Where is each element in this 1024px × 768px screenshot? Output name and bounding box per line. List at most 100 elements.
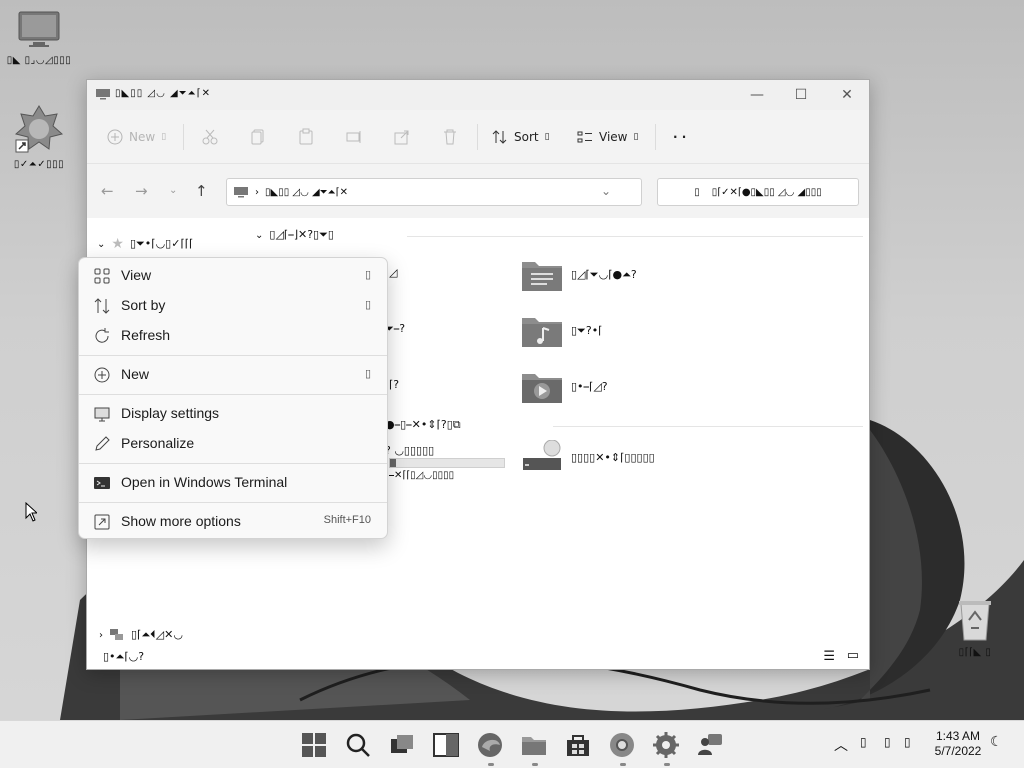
folder-item-documents[interactable]: ▯◿⌈⏷◡⌈●⏶? [521, 258, 637, 292]
forward-arrow-icon[interactable]: → [135, 182, 148, 200]
volume-tray-icon[interactable]: ▯ [884, 735, 891, 749]
file-explorer-icon[interactable] [520, 731, 548, 759]
menu-item-display-settings[interactable]: Display settings [79, 398, 387, 428]
menu-item-sort-by[interactable]: Sort by ▯ [79, 290, 387, 320]
drive-detail: ⎯✕⌈⌈▯◿◡▯▯▯▯ [389, 470, 455, 481]
folder-item-partial[interactable]: ◿ [389, 266, 397, 279]
view-label: View [599, 130, 628, 144]
shortcut-hint: Shift+F10 [323, 514, 371, 526]
teams-chat-icon[interactable] [696, 731, 724, 759]
folder-item-music[interactable]: ▯⏷?•⌈ [521, 314, 602, 348]
settings-gear-icon[interactable] [652, 731, 680, 759]
folder-item-videos[interactable]: ▯•⎯⌈◿? [521, 370, 608, 404]
menu-item-view[interactable]: View ▯ [79, 260, 387, 290]
edge-browser-icon[interactable] [476, 731, 504, 759]
cut-icon[interactable] [201, 126, 219, 148]
breadcrumb-chevron-icon: › [255, 186, 259, 198]
network-icon [110, 629, 123, 640]
drive-item-local-disk[interactable]: ? ◡▯▯▯▯▯ [385, 444, 434, 457]
address-dropdown-icon[interactable]: ⌄ [601, 184, 611, 198]
grid-icon [94, 268, 110, 284]
section-title: ▯◿⌈⎯⌋✕?▯⏷▯ [269, 228, 334, 241]
running-indicator [488, 763, 494, 766]
minimize-button[interactable]: — [737, 84, 777, 106]
battery-tray-icon[interactable]: ▯ [904, 735, 911, 749]
drive-usage-fill [390, 459, 396, 467]
separator [183, 124, 184, 150]
menu-item-new[interactable]: New ▯ [79, 359, 387, 389]
widgets-icon[interactable] [432, 731, 460, 759]
separator [655, 124, 656, 150]
folder-label: ▯◿⌈⏷◡⌈●⏶? [571, 268, 637, 281]
desktop-icon-user-folder[interactable]: ▯✓⏶✓▯▯▯ [4, 104, 74, 170]
chrome-browser-icon[interactable] [608, 731, 636, 759]
sort-icon [94, 298, 110, 314]
search-input[interactable]: ▯ ▯⌈✓✕⌈●▯◣▯▯ ◿◡ ◢▯▯▯ [657, 178, 859, 206]
close-button[interactable]: ✕ [827, 84, 867, 106]
up-arrow-icon[interactable]: ↑ [195, 182, 208, 200]
section-divider [407, 236, 863, 237]
separator [477, 124, 478, 150]
drive-label: ▯▯▯▯✕•⇕⌈▯▯▯▯▯ [571, 450, 655, 464]
folder-item-partial[interactable]: ⌈? [389, 378, 399, 391]
this-pc-icon [96, 89, 110, 100]
menu-separator [79, 394, 387, 395]
delete-icon[interactable] [441, 126, 459, 148]
user-folder-icon [14, 105, 64, 153]
folders-section-header[interactable]: ⌄ ▯◿⌈⎯⌋✕?▯⏷▯ [255, 228, 334, 242]
search-icon[interactable] [344, 731, 372, 759]
desktop-icon-label: ▯◣ ▯⌟◡◿▯▯▯ [6, 55, 72, 66]
drives-section-header[interactable]: ●⎯▯⎯✕•⇕⌈?▯⧉ [385, 418, 461, 432]
menu-item-open-terminal[interactable]: Open in Windows Terminal [79, 467, 387, 497]
copy-icon[interactable] [249, 126, 267, 148]
command-bar: New ▯ Sort ▯ View ▯ · · [87, 110, 869, 164]
network-tray-icon[interactable]: ▯ [860, 735, 867, 749]
task-view-icon[interactable] [388, 731, 416, 759]
desktop-icon-recycle-bin[interactable]: ▯⌈⌈◣ ▯ [940, 598, 1010, 658]
sort-button[interactable]: Sort ▯ [492, 126, 550, 148]
view-button[interactable]: View ▯ [577, 126, 638, 148]
notifications-moon-icon[interactable]: ☾ [990, 734, 1003, 750]
system-clock[interactable]: 1:43 AM 5/7/2022 [930, 729, 986, 759]
drive-usage-bar [389, 458, 505, 468]
paste-icon[interactable] [297, 126, 315, 148]
details-view-icon[interactable]: ☰ [823, 649, 835, 664]
folder-item-partial[interactable]: ⏷⎯? [385, 322, 405, 336]
window-title: ▯◣▯▯ ◿◡ ◢⏷⏶⌈✕ [115, 88, 211, 99]
nav-item-label: ▯⌈⏶⏴◿✕◡ [131, 628, 183, 641]
desktop-icon-label: ▯✓⏶✓▯▯▯ [13, 159, 65, 170]
new-button[interactable]: New ▯ [107, 126, 166, 148]
tiles-view-icon[interactable]: ▭ [847, 648, 859, 663]
section-title: ●⎯▯⎯✕•⇕⌈?▯⧉ [385, 418, 461, 431]
recent-chevron-icon[interactable]: ⌄ [169, 185, 177, 196]
mouse-cursor-icon [25, 502, 37, 522]
back-arrow-icon[interactable]: ← [101, 182, 114, 200]
drive-item-dvd[interactable]: ▯▯▯▯✕•⇕⌈▯▯▯▯▯ [521, 440, 655, 474]
pen-icon [95, 436, 110, 451]
taskbar: ︿ ▯ ▯ ▯ 1:43 AM 5/7/2022 ☾ [0, 720, 1024, 768]
menu-separator [79, 463, 387, 464]
store-icon[interactable] [564, 731, 592, 759]
star-icon: ★ [111, 236, 124, 252]
share-icon[interactable] [393, 126, 411, 148]
address-bar[interactable]: › ▯◣▯▯ ◿◡ ◢⏷⏶⌈✕ ⌄ ↻ [226, 178, 669, 206]
maximize-button[interactable]: ☐ [781, 84, 821, 106]
plus-circle-icon [107, 129, 123, 145]
tray-overflow-chevron-icon[interactable]: ︿ [834, 735, 848, 755]
menu-item-refresh[interactable]: Refresh [79, 320, 387, 350]
nav-item-quick-access[interactable]: ⌄ ★ ▯⏷•⌈◡▯✓⌈⌈⌈ [97, 236, 193, 252]
menu-item-personalize[interactable]: Personalize [79, 428, 387, 458]
desktop-icon-this-pc[interactable]: ▯◣ ▯⌟◡◿▯▯▯ [4, 10, 74, 66]
status-bar: ▯•⏶⌈◡? ☰ ▭ [87, 645, 869, 669]
rename-icon[interactable] [345, 126, 363, 148]
section-divider [553, 426, 863, 427]
nav-item-label: ▯⏷•⌈◡▯✓⌈⌈⌈ [129, 237, 194, 250]
menu-item-show-more-options[interactable]: Show more options Shift+F10 [79, 506, 387, 536]
start-menu-icon[interactable] [300, 731, 328, 759]
dvd-drive-icon [523, 440, 561, 470]
drive-label: ? ◡▯▯▯▯▯ [385, 444, 435, 457]
nav-item-network[interactable]: › ▯⌈⏶⏴◿✕◡ [99, 628, 183, 642]
title-bar[interactable]: ▯◣▯▯ ◿◡ ◢⏷⏶⌈✕ — ☐ ✕ [87, 80, 869, 110]
refresh-icon [95, 328, 109, 343]
more-options-button[interactable]: · · [673, 126, 686, 148]
